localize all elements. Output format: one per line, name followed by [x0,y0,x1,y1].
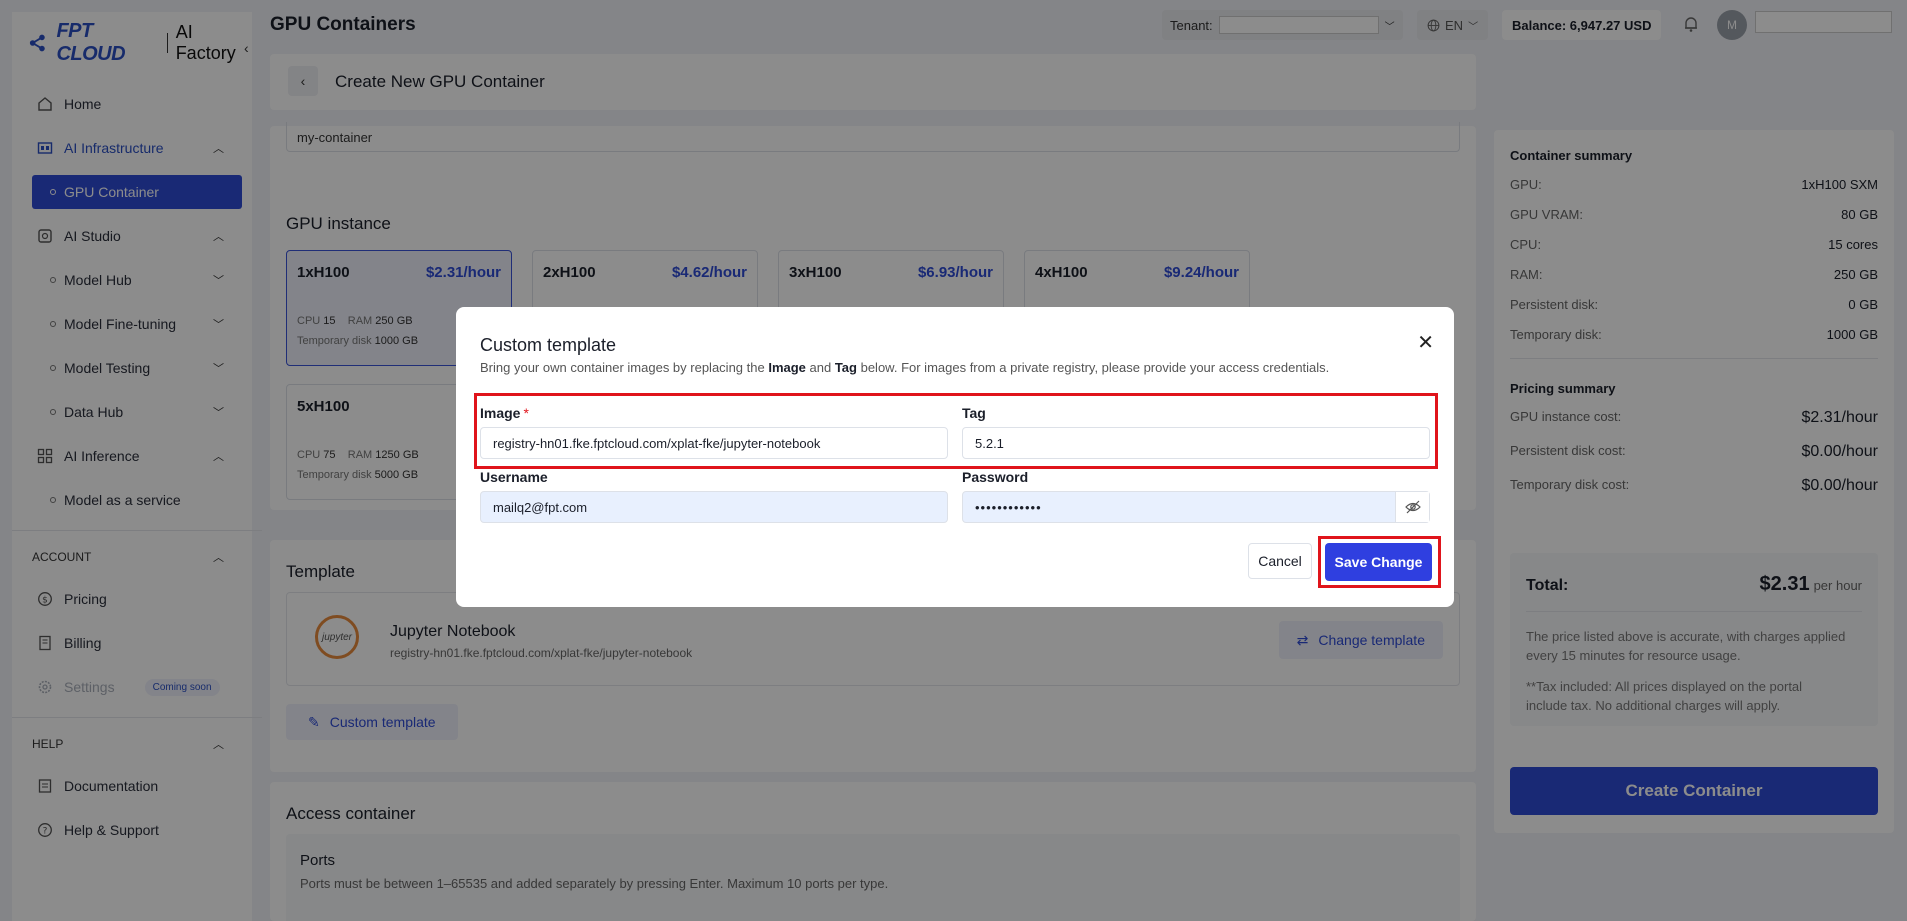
modal-description: Bring your own container images by repla… [480,360,1329,375]
desc-tag-bold: Tag [834,360,857,375]
close-icon[interactable]: ✕ [1417,333,1434,353]
required-marker: * [523,405,529,421]
password-label: Password [962,469,1029,485]
cancel-button[interactable]: Cancel [1248,543,1312,579]
image-label-text: Image [480,405,521,421]
username-input[interactable]: mailq2@fpt.com [480,491,948,523]
desc-text: and [805,360,835,375]
desc-image-bold: Image [768,360,806,375]
tag-label: Tag [962,405,986,421]
eye-off-icon[interactable] [1395,492,1429,522]
username-label: Username [480,469,548,485]
tag-input[interactable]: 5.2.1 [962,427,1430,459]
modal-title: Custom template [480,335,617,355]
image-label: Image * [480,405,529,421]
password-value: •••••••••••• [975,499,1042,515]
image-input[interactable]: registry-hn01.fke.fptcloud.com/xplat-fke… [480,427,948,459]
password-input[interactable]: •••••••••••• [962,491,1430,523]
desc-text: Bring your own container images by repla… [480,360,769,375]
custom-template-modal: Custom template Bring your own container… [456,307,1454,607]
save-change-button[interactable]: Save Change [1325,543,1432,581]
desc-text: below. For images from a private registr… [856,360,1330,375]
